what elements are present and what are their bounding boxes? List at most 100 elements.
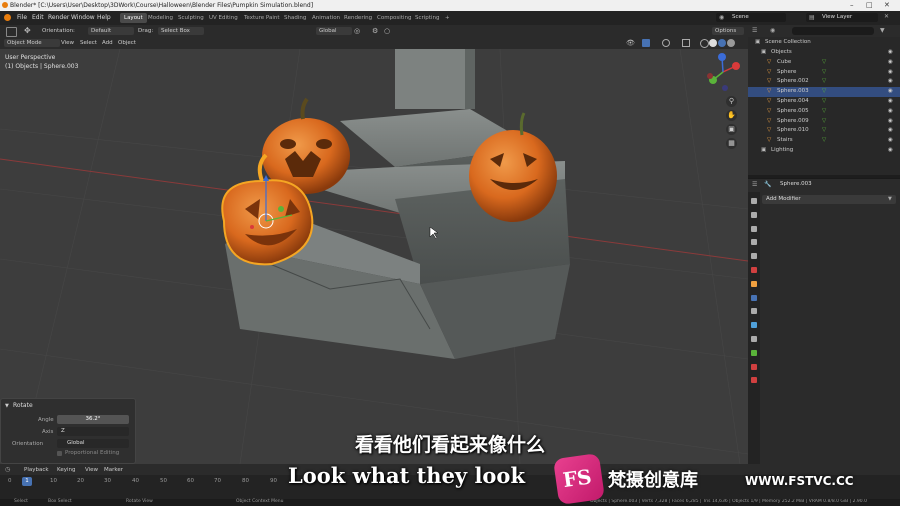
tab-compositing[interactable]: Compositing xyxy=(373,13,415,23)
menu-keying[interactable]: Keying xyxy=(57,466,75,474)
texture-icon[interactable] xyxy=(751,377,757,384)
collapse-arrow-icon[interactable]: ▼ xyxy=(5,403,9,409)
maximize-icon[interactable]: □ xyxy=(866,1,873,9)
constraints-icon[interactable] xyxy=(751,336,757,342)
outliner-item[interactable]: ▽ Sphere.005 ▽ ◉ xyxy=(748,107,900,117)
menu-render[interactable]: Render xyxy=(48,14,69,21)
timeline-editor-icon[interactable]: ◷ xyxy=(5,466,10,473)
outliner-item[interactable]: ▽ Sphere.002 ▽ ◉ xyxy=(748,77,900,87)
shading-rendered-icon[interactable] xyxy=(727,39,735,47)
modifier-wrench-icon[interactable] xyxy=(751,294,757,301)
select-tool-icon[interactable] xyxy=(6,27,17,37)
gizmo-toggle-icon[interactable] xyxy=(642,39,650,47)
close-icon[interactable]: ✕ xyxy=(884,1,890,9)
proportional-checkbox[interactable] xyxy=(57,451,62,456)
view-layer-tab-icon[interactable] xyxy=(751,239,757,246)
outliner-item[interactable]: ▽ Sphere.010 ▽ ◉ xyxy=(748,126,900,136)
view-layer-selector[interactable]: ▤ View Layer xyxy=(806,13,878,22)
output-icon[interactable] xyxy=(751,225,757,232)
menu-edit[interactable]: Edit xyxy=(32,14,44,21)
tool-icon[interactable] xyxy=(751,198,757,204)
menu-timeline-view[interactable]: View xyxy=(85,466,98,474)
outliner-search-input[interactable] xyxy=(792,27,874,35)
material-icon[interactable] xyxy=(751,363,757,370)
transform-orientation-dropdown[interactable]: Global xyxy=(316,27,352,35)
tab-texture-paint[interactable]: Texture Paint xyxy=(240,13,284,23)
visibility-eye-icon[interactable]: ◉ xyxy=(888,68,893,78)
visibility-eye-icon[interactable]: ◉ xyxy=(888,58,893,68)
blender-menu-icon[interactable] xyxy=(4,14,11,21)
view-layer-remove-icon[interactable]: ✕ xyxy=(884,13,889,20)
scene-tab-icon[interactable] xyxy=(751,253,757,260)
data-icon[interactable] xyxy=(751,349,757,356)
angle-field[interactable]: 36.2° xyxy=(57,415,129,424)
visibility-eye-icon[interactable]: ◉ xyxy=(888,77,893,87)
orientation-field-dropdown[interactable]: Global xyxy=(57,439,129,448)
tab-sculpting[interactable]: Sculpting xyxy=(174,13,208,23)
menu-view[interactable]: View xyxy=(61,39,74,47)
camera-view-icon[interactable]: ▣ xyxy=(726,124,737,135)
orientation-dropdown[interactable]: Default xyxy=(88,27,134,35)
tab-modeling[interactable]: Modeling xyxy=(144,13,177,23)
proportional-icon[interactable]: ○ xyxy=(384,27,390,35)
world-icon[interactable] xyxy=(751,267,757,273)
menu-object[interactable]: Object xyxy=(118,39,136,47)
outliner-item[interactable]: ▽ Sphere ▽ ◉ xyxy=(748,68,900,78)
minimize-icon[interactable]: – xyxy=(850,1,854,9)
add-workspace-button[interactable]: + xyxy=(441,13,454,23)
outliner-scene-collection[interactable]: ▣ Scene Collection xyxy=(748,38,900,48)
object-mode-dropdown[interactable]: Object Mode xyxy=(4,39,60,47)
add-modifier-dropdown[interactable]: Add Modifier ▼ xyxy=(762,195,896,204)
overlay-toggle-icon[interactable] xyxy=(662,39,670,47)
menu-marker[interactable]: Marker xyxy=(104,466,123,474)
options-dropdown[interactable]: Options xyxy=(712,27,744,35)
tab-shading[interactable]: Shading xyxy=(280,13,310,23)
transform-icon[interactable]: ✥ xyxy=(24,26,31,35)
xray-icon[interactable] xyxy=(682,39,690,47)
tab-layout[interactable]: Layout xyxy=(120,13,147,23)
tab-animation[interactable]: Animation xyxy=(308,13,344,23)
outliner-item[interactable]: ▽ Cube ▽ ◉ xyxy=(748,58,900,68)
visibility-icon[interactable]: 👁 xyxy=(626,39,635,47)
physics-icon[interactable] xyxy=(751,322,757,329)
outliner-filter-icon[interactable]: ▼ xyxy=(880,27,885,34)
visibility-eye-icon[interactable]: ◉ xyxy=(888,117,893,127)
drag-dropdown[interactable]: Select Box xyxy=(158,27,204,35)
outliner-item[interactable]: ▽ Sphere.009 ▽ ◉ xyxy=(748,117,900,127)
menu-playback[interactable]: Playback xyxy=(24,466,49,474)
navigation-gizmo[interactable] xyxy=(703,52,743,92)
visibility-eye-icon[interactable]: ◉ xyxy=(888,146,893,156)
menu-window[interactable]: Window xyxy=(71,14,95,21)
visibility-eye-icon[interactable]: ◉ xyxy=(888,87,893,97)
outliner-item[interactable]: ▣ Lighting ◉ xyxy=(748,146,900,156)
tab-uv-editing[interactable]: UV Editing xyxy=(205,13,242,23)
scene-selector[interactable]: ◉ Scene xyxy=(716,13,786,22)
outliner-editor-icon[interactable]: ☰ xyxy=(752,27,757,34)
outliner-item[interactable]: ▣ Objects ◉ xyxy=(748,48,900,58)
pivot-icon[interactable]: ◎ xyxy=(354,27,360,35)
render-icon[interactable] xyxy=(751,211,757,218)
particles-icon[interactable] xyxy=(751,308,757,315)
outliner-display-icon[interactable]: ◉ xyxy=(770,27,775,34)
outliner-item[interactable]: ▽ Sphere.004 ▽ ◉ xyxy=(748,97,900,107)
ortho-toggle-icon[interactable]: ▦ xyxy=(726,138,737,149)
menu-add[interactable]: Add xyxy=(102,39,113,47)
menu-help[interactable]: Help xyxy=(97,14,111,21)
shading-material-icon[interactable] xyxy=(718,39,726,47)
properties-object-field[interactable]: 🔧 Sphere.003 xyxy=(762,181,890,189)
zoom-icon[interactable]: ⚲ xyxy=(726,96,737,107)
shading-solid-icon[interactable] xyxy=(709,39,717,47)
visibility-eye-icon[interactable]: ◉ xyxy=(888,126,893,136)
current-frame-indicator[interactable]: 1 xyxy=(22,477,32,486)
snap-icon[interactable]: ⚙ xyxy=(372,27,378,35)
object-tab-icon[interactable] xyxy=(751,280,757,287)
menu-select[interactable]: Select xyxy=(80,39,97,47)
menu-file[interactable]: File xyxy=(17,14,27,21)
visibility-eye-icon[interactable]: ◉ xyxy=(888,97,893,107)
properties-editor-icon[interactable]: ☰ xyxy=(752,181,757,188)
visibility-eye-icon[interactable]: ◉ xyxy=(888,48,893,58)
axis-dropdown[interactable]: Z xyxy=(57,427,129,436)
tab-scripting[interactable]: Scripting xyxy=(411,13,443,23)
outliner-item[interactable]: ▽ Sphere.003 ▽ ◉ xyxy=(748,87,900,97)
pan-hand-icon[interactable]: ✋ xyxy=(726,110,737,121)
